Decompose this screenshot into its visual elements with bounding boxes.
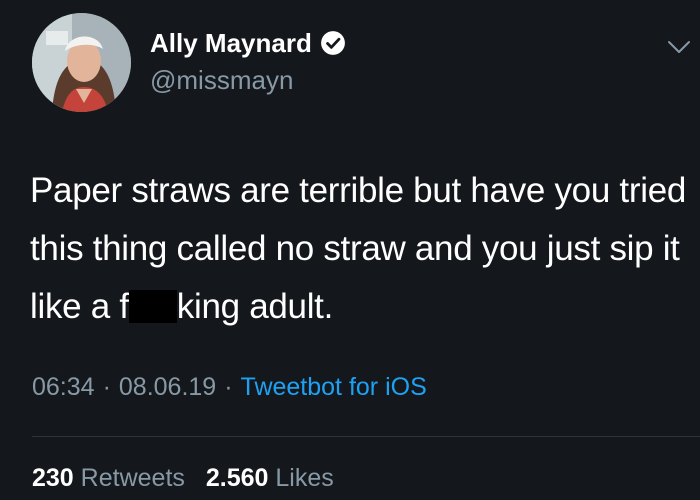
avatar-photo <box>32 13 131 112</box>
meta-separator: · <box>224 373 233 401</box>
tweet-text: Paper straws are terrible but have you t… <box>30 162 695 336</box>
display-name[interactable]: Ally Maynard <box>150 26 312 60</box>
retweets-label: Retweets <box>80 464 185 492</box>
meta-separator: · <box>102 373 111 401</box>
user-handle[interactable]: @missmayn <box>150 64 293 96</box>
chevron-down-icon[interactable] <box>664 32 694 62</box>
verified-badge-icon <box>320 31 345 55</box>
likes-label: Likes <box>275 464 334 492</box>
tweet-meta: 06:34 · 08.06.19 · Tweetbot for iOS <box>32 370 427 404</box>
retweets-count: 230 <box>32 464 74 492</box>
tweet-stats: 230 Retweets 2.560 Likes <box>32 461 348 495</box>
name-row: Ally Maynard <box>150 26 346 60</box>
likes-count: 2.560 <box>205 464 269 492</box>
tweet-text-part-2: king adult. <box>176 287 334 326</box>
tweet-source-link[interactable]: Tweetbot for iOS <box>241 373 427 401</box>
user-avatar[interactable] <box>32 13 131 112</box>
tweet-date: 08.06.19 <box>118 373 217 401</box>
censor-bar <box>128 290 177 323</box>
tweet-time: 06:34 <box>32 373 95 401</box>
tweet-card: Ally Maynard @missmayn Paper straws are … <box>0 0 700 500</box>
divider <box>32 436 700 437</box>
retweets-stat[interactable]: 230 Retweets <box>32 464 185 492</box>
likes-stat[interactable]: 2.560 Likes <box>206 464 334 492</box>
